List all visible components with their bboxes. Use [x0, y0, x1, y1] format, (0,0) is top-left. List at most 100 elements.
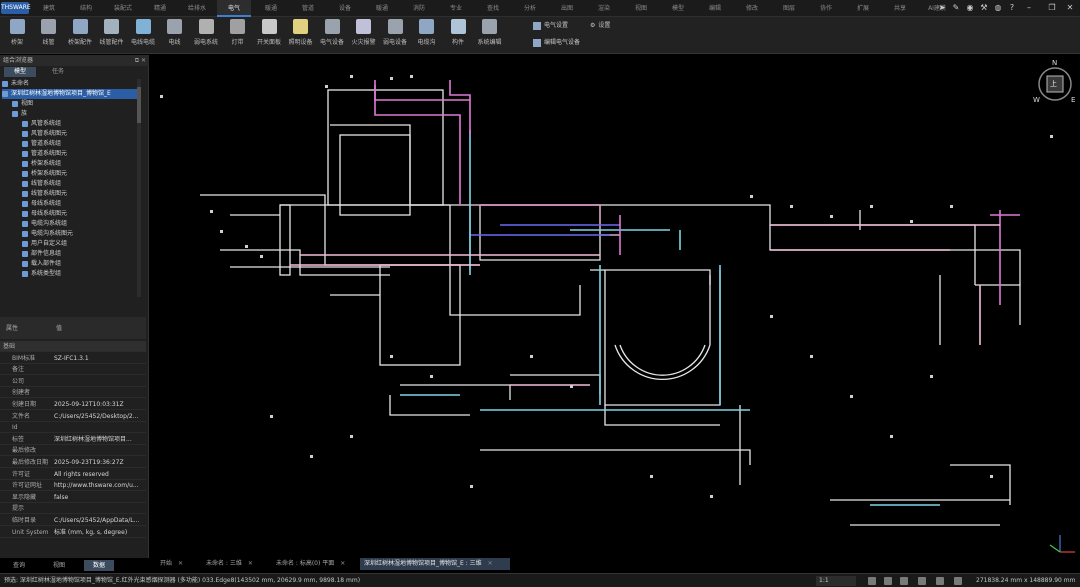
- close-tab-icon[interactable]: ✕: [178, 560, 183, 567]
- palette-icon[interactable]: ◍: [993, 3, 1003, 13]
- menu-tab-11[interactable]: 专业: [439, 0, 473, 17]
- toolbar-button-14[interactable]: 构件: [443, 19, 473, 51]
- minimize-icon[interactable]: –: [1024, 3, 1034, 13]
- close-tab-icon[interactable]: ✕: [248, 560, 253, 567]
- display-icon[interactable]: [954, 577, 962, 585]
- property-row[interactable]: 备注: [0, 364, 146, 376]
- tree-item[interactable]: 电缆沟系统组: [22, 219, 67, 229]
- select-icon[interactable]: ➤: [937, 3, 947, 13]
- view-tab-1[interactable]: 未命名 : 三维 ✕: [202, 558, 264, 570]
- menu-tab-10[interactable]: 消防: [402, 0, 436, 17]
- tree-scrollbar[interactable]: [137, 79, 141, 297]
- close-tab-icon[interactable]: ✕: [488, 560, 493, 567]
- tree-item[interactable]: 族: [12, 109, 27, 119]
- toolbar-button-0[interactable]: 桥架: [2, 19, 32, 51]
- toolbar-button-13[interactable]: 电缆沟: [412, 19, 442, 51]
- toolbar-button-15[interactable]: 系统编辑: [475, 19, 505, 51]
- settings-button[interactable]: ⚙ 设置: [590, 20, 610, 32]
- toolbar-button-1[interactable]: 线管: [34, 19, 64, 51]
- view-cube[interactable]: 上 N W E: [1033, 59, 1075, 104]
- property-row[interactable]: BIM标准 SZ-IFC1.3.1: [0, 353, 146, 364]
- menu-tab-6[interactable]: 暖通: [254, 0, 288, 17]
- tree-item[interactable]: 深圳红树林湿地博物馆项目_博物馆_E: [2, 89, 140, 99]
- tree-item[interactable]: 未命名: [2, 79, 29, 89]
- scale-select[interactable]: 1:1: [816, 576, 856, 586]
- pin-icon[interactable]: ⧉ ✕: [135, 55, 146, 66]
- menu-tab-17[interactable]: 模型: [661, 0, 695, 17]
- tree-item[interactable]: 用户自定义组: [22, 239, 67, 249]
- property-row[interactable]: 显示隐藏 false: [0, 492, 146, 503]
- bottom-tab-2[interactable]: 数据: [84, 560, 114, 571]
- property-row[interactable]: 创建日期 2025-09-12T10:03:31Z: [0, 399, 146, 410]
- toolbar-button-9[interactable]: 照明设备: [286, 19, 316, 51]
- tab-model[interactable]: 模型: [4, 67, 36, 77]
- ortho-icon[interactable]: [918, 577, 926, 585]
- property-row[interactable]: Unit System 标准 (mm, kg, s, degree): [0, 527, 146, 538]
- toolbar-button-10[interactable]: 电气设备: [317, 19, 347, 51]
- tree-item[interactable]: 载入部件组: [22, 259, 61, 269]
- menu-tab-13[interactable]: 分析: [513, 0, 547, 17]
- layer-icon[interactable]: [936, 577, 944, 585]
- toolbar-button-11[interactable]: 火灾报警: [349, 19, 379, 51]
- menu-tab-4[interactable]: 给排水: [180, 0, 214, 17]
- tree-item[interactable]: 部件信息组: [22, 249, 61, 259]
- bottom-tab-0[interactable]: 查询: [4, 560, 34, 571]
- menu-tab-3[interactable]: 精通: [143, 0, 177, 17]
- property-row[interactable]: 标签 深圳红树林湿地博物馆项目...: [0, 434, 146, 445]
- tree-item[interactable]: 风管系统图元: [22, 129, 67, 139]
- view-tab-3[interactable]: 深圳红树林湿地博物馆项目_博物馆_E : 三维 ✕: [360, 558, 510, 570]
- property-row[interactable]: 创建者: [0, 387, 146, 399]
- help-icon[interactable]: ?: [1007, 3, 1017, 13]
- menu-tab-21[interactable]: 协作: [809, 0, 843, 17]
- pen-icon[interactable]: ✎: [951, 3, 961, 13]
- measure-icon[interactable]: ⚒: [979, 3, 989, 13]
- tree-item[interactable]: 系统类型组: [22, 269, 61, 279]
- tree-item[interactable]: 风管系统组: [22, 119, 61, 129]
- property-row[interactable]: 基础: [0, 341, 146, 352]
- property-row[interactable]: 提示: [0, 503, 146, 515]
- lock-icon[interactable]: [868, 577, 876, 585]
- menu-tab-19[interactable]: 修改: [735, 0, 769, 17]
- menu-tab-20[interactable]: 图层: [772, 0, 806, 17]
- property-row[interactable]: 公司: [0, 376, 146, 387]
- tree-item[interactable]: 桥架系统组: [22, 159, 61, 169]
- toolbar-button-2[interactable]: 桥架配件: [65, 19, 95, 51]
- menu-tab-15[interactable]: 渲染: [587, 0, 621, 17]
- tree-item[interactable]: 管道系统组: [22, 139, 61, 149]
- toolbar-button-6[interactable]: 弱电系统: [191, 19, 221, 51]
- tree-item[interactable]: 电缆沟系统图元: [22, 229, 73, 239]
- close-tab-icon[interactable]: ✕: [340, 560, 345, 567]
- menu-tab-22[interactable]: 扩展: [846, 0, 880, 17]
- menu-tab-18[interactable]: 编辑: [698, 0, 732, 17]
- toolbar-button-3[interactable]: 线管配件: [97, 19, 127, 51]
- toolbar-button-7[interactable]: 灯带: [223, 19, 253, 51]
- property-row[interactable]: 最后修改日期 2025-09-23T19:36:27Z: [0, 457, 146, 468]
- tree-item[interactable]: 管道系统图元: [22, 149, 67, 159]
- property-row[interactable]: 临时目录 C:/Users/25452/AppData/L...: [0, 515, 146, 526]
- toolbar-button-12[interactable]: 弱电设备: [380, 19, 410, 51]
- menu-tab-2[interactable]: 装配式: [106, 0, 140, 17]
- property-row[interactable]: 许可证网址 http://www.thsware.com/u...: [0, 480, 146, 492]
- toolbar-button-8[interactable]: 开关面板: [254, 19, 284, 51]
- property-row[interactable]: 文件名 C:/Users/25452/Desktop/2...: [0, 411, 146, 422]
- cad-viewport[interactable]: [150, 55, 1080, 558]
- menu-tab-7[interactable]: 管道: [291, 0, 325, 17]
- menu-tab-9[interactable]: 暖通: [365, 0, 399, 17]
- tree-item[interactable]: 视图: [12, 99, 33, 109]
- menu-tab-14[interactable]: 出图: [550, 0, 584, 17]
- tree-item[interactable]: 线管系统组: [22, 179, 61, 189]
- menu-tab-5[interactable]: 电气: [217, 0, 251, 17]
- menu-tab-12[interactable]: 查找: [476, 0, 510, 17]
- tree-item[interactable]: 线管系统图元: [22, 189, 67, 199]
- menu-tab-1[interactable]: 结构: [69, 0, 103, 17]
- bottom-tab-1[interactable]: 视图: [44, 560, 74, 571]
- tab-task[interactable]: 任务: [42, 67, 74, 77]
- close-icon[interactable]: ✕: [1065, 3, 1075, 13]
- property-row[interactable]: Id: [0, 422, 146, 434]
- view-tab-0[interactable]: 开始 ✕: [156, 558, 192, 570]
- tree-item[interactable]: 母线系统组: [22, 199, 61, 209]
- menu-tab-23[interactable]: 共享: [883, 0, 917, 17]
- toolbar-button-5[interactable]: 电线: [160, 19, 190, 51]
- property-row[interactable]: 最后修改: [0, 445, 146, 457]
- menu-tab-16[interactable]: 视图: [624, 0, 658, 17]
